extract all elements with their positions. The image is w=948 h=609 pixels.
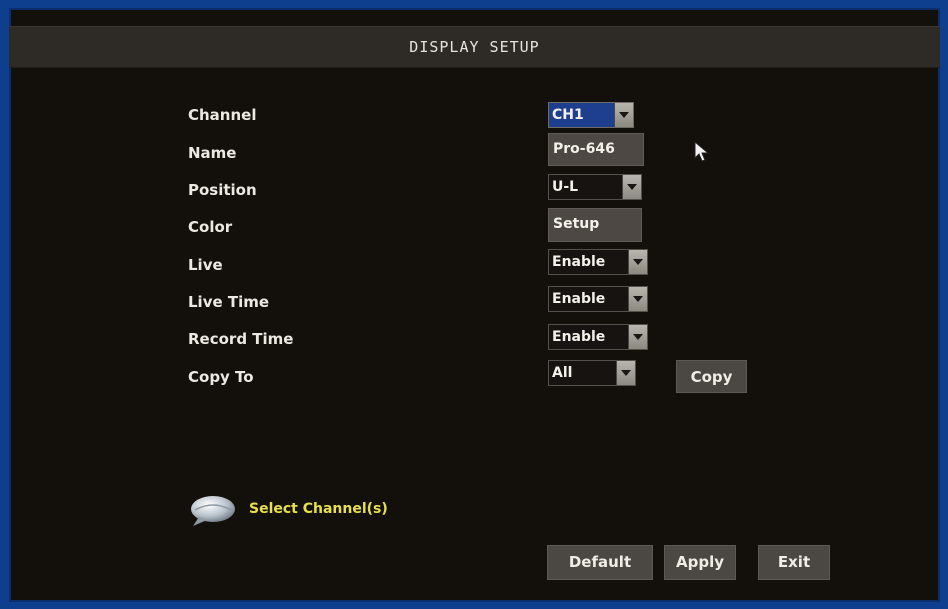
apply-button[interactable]: Apply — [664, 545, 736, 580]
live-select-value: Enable — [552, 254, 606, 270]
chevron-down-icon — [628, 287, 647, 311]
position-select[interactable]: U-L — [548, 174, 642, 200]
copy-to-select-value: All — [552, 365, 573, 381]
position-select-value: U-L — [552, 179, 579, 195]
chevron-down-icon — [614, 103, 633, 127]
display-setup-window: DISPLAY SETUP Channel Name Position Colo… — [9, 8, 940, 602]
exit-button[interactable]: Exit — [758, 545, 830, 580]
record-time-select-value: Enable — [552, 329, 606, 345]
chevron-down-icon — [616, 361, 635, 385]
live-select[interactable]: Enable — [548, 249, 648, 275]
name-label: Name — [188, 144, 237, 162]
live-label: Live — [188, 256, 223, 274]
window-title: DISPLAY SETUP — [9, 26, 940, 68]
record-time-select[interactable]: Enable — [548, 324, 648, 350]
copy-to-select[interactable]: All — [548, 360, 636, 386]
live-time-label: Live Time — [188, 293, 270, 311]
color-label: Color — [188, 218, 233, 236]
channel-label: Channel — [188, 106, 257, 124]
channel-select-value: CH1 — [552, 107, 584, 123]
chevron-down-icon — [628, 325, 647, 349]
speech-bubble-icon — [191, 496, 235, 526]
copy-button[interactable]: Copy — [676, 360, 747, 393]
record-time-label: Record Time — [188, 330, 294, 348]
color-setup-button[interactable]: Setup — [548, 208, 642, 242]
position-label: Position — [188, 181, 257, 199]
live-time-select[interactable]: Enable — [548, 286, 648, 312]
name-field[interactable]: Pro-646 — [548, 133, 644, 166]
channel-select[interactable]: CH1 — [548, 102, 634, 128]
hint-text: Select Channel(s) — [249, 501, 388, 517]
default-button[interactable]: Default — [547, 545, 653, 580]
chevron-down-icon — [628, 250, 647, 274]
mouse-cursor-icon — [694, 141, 710, 162]
live-time-select-value: Enable — [552, 291, 606, 307]
copy-to-label: Copy To — [188, 368, 254, 386]
chevron-down-icon — [622, 175, 641, 199]
